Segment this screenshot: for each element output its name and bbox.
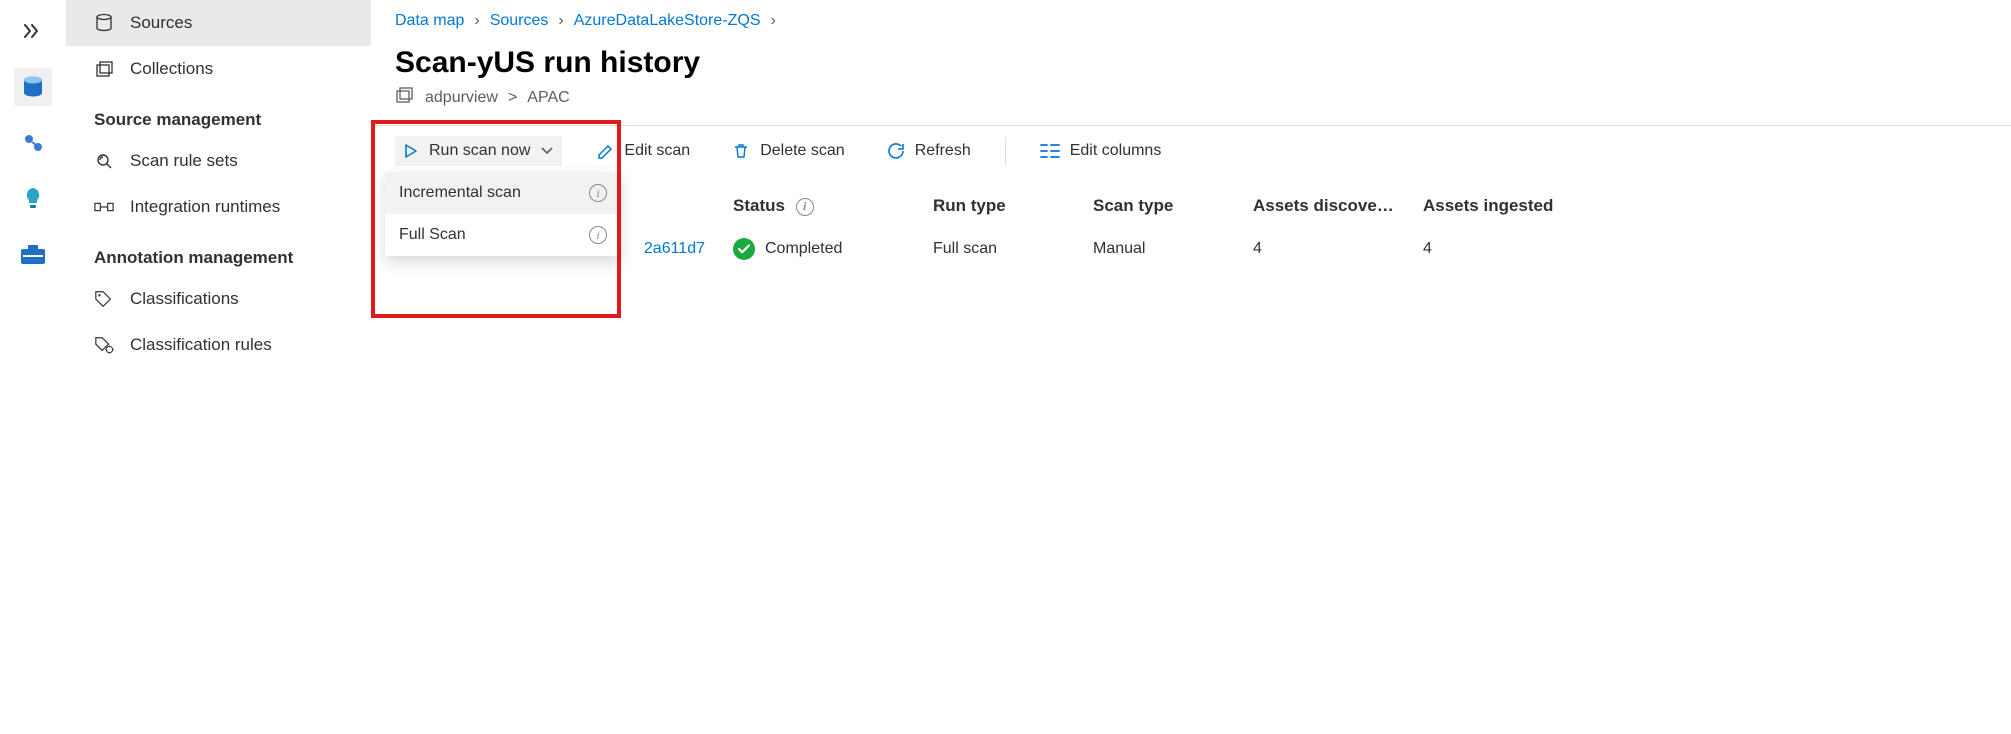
check-circle-icon (733, 238, 755, 260)
info-icon[interactable]: i (589, 184, 607, 202)
collection-child: APAC (527, 89, 569, 107)
pencil-icon (596, 142, 614, 160)
integration-icon (94, 197, 114, 217)
refresh-button[interactable]: Refresh (879, 136, 979, 166)
page-title: Scan-yUS run history (395, 46, 1987, 80)
edit-columns-label: Edit columns (1070, 142, 1162, 160)
chevron-expand-icon (24, 24, 42, 38)
nav-item-classifications[interactable]: Classifications (66, 276, 371, 322)
tag-icon (94, 289, 114, 309)
nav-item-label: Classification rules (130, 335, 272, 355)
nav-section-annotation-mgmt: Annotation management (66, 230, 371, 276)
play-icon (403, 143, 419, 159)
assets-discovered-cell: 4 (1245, 226, 1415, 272)
left-icon-rail (0, 0, 66, 734)
dropdown-item-label: Full Scan (399, 226, 466, 244)
edit-scan-button[interactable]: Edit scan (588, 136, 698, 166)
chevron-right-icon: › (558, 12, 563, 30)
scan-rule-icon (94, 151, 114, 171)
bulb-icon (22, 186, 44, 212)
run-scan-label: Run scan now (429, 142, 530, 160)
toolbar-separator (1005, 138, 1006, 164)
delete-scan-label: Delete scan (760, 142, 845, 160)
rail-insights-button[interactable] (14, 180, 52, 218)
dropdown-full-scan[interactable]: Full Scan i (385, 214, 621, 256)
nav-item-scan-rule-sets[interactable]: Scan rule sets (66, 138, 371, 184)
col-header-scan-type[interactable]: Scan type (1085, 186, 1245, 226)
main-content: Data map › Sources › AzureDataLakeStore-… (371, 0, 2011, 734)
dropdown-incremental-scan[interactable]: Incremental scan i (385, 172, 621, 214)
col-header-assets-ingested[interactable]: Assets ingested (1415, 186, 1585, 226)
toolbox-icon (19, 243, 47, 267)
nav-item-label: Scan rule sets (130, 151, 238, 171)
lineage-icon (20, 130, 46, 156)
nav-item-label: Integration runtimes (130, 197, 280, 217)
columns-icon (1040, 143, 1060, 159)
trash-icon (732, 142, 750, 160)
info-icon[interactable]: i (589, 226, 607, 244)
breadcrumb-item[interactable]: Data map (395, 12, 464, 30)
tag-gear-icon (94, 335, 114, 355)
nav-section-source-mgmt: Source management (66, 92, 371, 138)
toolbar: Run scan now Edit scan Delete scan Refre… (371, 126, 2011, 176)
nav-item-label: Collections (130, 59, 213, 79)
run-scan-dropdown: Incremental scan i Full Scan i (385, 172, 621, 256)
nav-item-classification-rules[interactable]: Classification rules (66, 322, 371, 368)
run-id-link[interactable]: 2a611d7 (644, 240, 705, 257)
database-map-icon (20, 74, 46, 100)
nav-item-collections[interactable]: Collections (66, 46, 371, 92)
refresh-icon (887, 142, 905, 160)
chevron-right-icon: › (474, 12, 479, 30)
chevron-down-icon (540, 146, 554, 156)
dropdown-item-label: Incremental scan (399, 184, 521, 202)
nav-item-label: Classifications (130, 289, 239, 309)
collections-icon (94, 59, 114, 79)
nav-item-sources[interactable]: Sources (66, 0, 371, 46)
col-header-status[interactable]: Status i (725, 186, 925, 226)
nav-item-integration-runtimes[interactable]: Integration runtimes (66, 184, 371, 230)
col-header-assets-discovered[interactable]: Assets discove… (1245, 186, 1415, 226)
rail-management-button[interactable] (14, 236, 52, 274)
rail-lineage-button[interactable] (14, 124, 52, 162)
refresh-label: Refresh (915, 142, 971, 160)
collection-path: adpurview > APAC (371, 80, 2011, 125)
collection-root: adpurview (425, 89, 498, 107)
table-row[interactable]: 2a611d7 Completed Full scan Manual (395, 226, 1987, 272)
path-separator: > (508, 89, 517, 107)
collection-icon (395, 86, 415, 109)
expand-rail-button[interactable] (14, 12, 52, 50)
rail-data-map-button[interactable] (14, 68, 52, 106)
assets-ingested-cell: 4 (1415, 226, 1585, 272)
nav-item-label: Sources (130, 13, 192, 33)
edit-scan-label: Edit scan (624, 142, 690, 160)
run-scan-now-button[interactable]: Run scan now (395, 136, 562, 166)
run-history-table: Run ID Status i Run type Scan type Asset… (395, 186, 1987, 272)
side-nav: Sources Collections Source management Sc… (66, 0, 371, 734)
breadcrumb-item[interactable]: Sources (490, 12, 549, 30)
breadcrumb: Data map › Sources › AzureDataLakeStore-… (371, 0, 2011, 36)
chevron-right-icon: › (770, 12, 775, 30)
database-icon (94, 13, 114, 33)
scan-type-cell: Manual (1085, 226, 1245, 272)
delete-scan-button[interactable]: Delete scan (724, 136, 853, 166)
run-type-cell: Full scan (925, 226, 1085, 272)
edit-columns-button[interactable]: Edit columns (1032, 136, 1170, 166)
info-icon[interactable]: i (796, 198, 814, 216)
col-header-run-type[interactable]: Run type (925, 186, 1085, 226)
breadcrumb-item[interactable]: AzureDataLakeStore-ZQS (574, 12, 761, 30)
status-text: Completed (765, 240, 842, 258)
